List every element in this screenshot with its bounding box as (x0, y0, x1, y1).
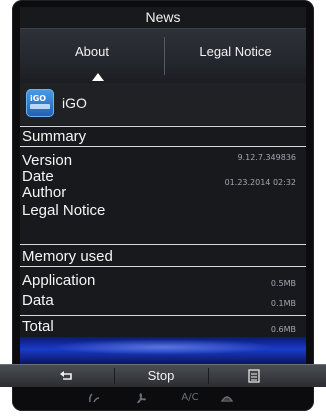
date-label: Date (22, 168, 54, 185)
data-value: 0.1MB (270, 299, 296, 308)
version-value: 9.12.7.349836 (237, 153, 296, 162)
divider (20, 146, 306, 147)
app-icon-text: iGO (30, 94, 47, 103)
screen: News About Legal Notice iGO iGO Summary … (20, 7, 306, 364)
defrost-icon[interactable] (216, 392, 238, 406)
divider (20, 266, 306, 267)
button-bar: Stop (0, 364, 326, 387)
seat-heat-icon[interactable] (84, 392, 106, 406)
app-icon-bar (30, 104, 50, 109)
stop-button[interactable]: Stop (114, 365, 208, 387)
divider (20, 315, 306, 316)
total-value: 0.6MB (270, 325, 296, 334)
legal-notice-label: Legal Notice (22, 202, 106, 219)
data-label: Data (22, 292, 54, 309)
date-value: 01.23.2014 02:32 (224, 178, 296, 187)
fan-icon[interactable] (130, 392, 152, 406)
version-label: Version (22, 152, 73, 169)
menu-list-icon (248, 369, 260, 383)
app-header: iGO iGO (20, 83, 306, 125)
glow (50, 339, 276, 355)
memory-heading: Memory used (22, 248, 113, 265)
author-label: Author (22, 184, 67, 201)
back-button[interactable] (20, 365, 114, 387)
tab-bar: About Legal Notice (20, 28, 306, 83)
igo-app-icon: iGO (26, 89, 54, 117)
summary-heading: Summary (22, 128, 87, 145)
divider (20, 126, 306, 127)
divider (20, 244, 306, 245)
page-title: News (145, 9, 181, 25)
return-arrow-icon (60, 371, 72, 380)
ac-label[interactable]: A/C (178, 392, 202, 406)
menu-button[interactable] (208, 365, 300, 387)
bottom-glow (20, 337, 306, 364)
app-name: iGO (62, 95, 87, 111)
total-label: Total (22, 318, 54, 335)
application-value: 0.5MB (270, 279, 296, 288)
active-tab-indicator (92, 73, 104, 81)
application-label: Application (22, 272, 96, 289)
tab-legal-notice[interactable]: Legal Notice (165, 29, 306, 83)
